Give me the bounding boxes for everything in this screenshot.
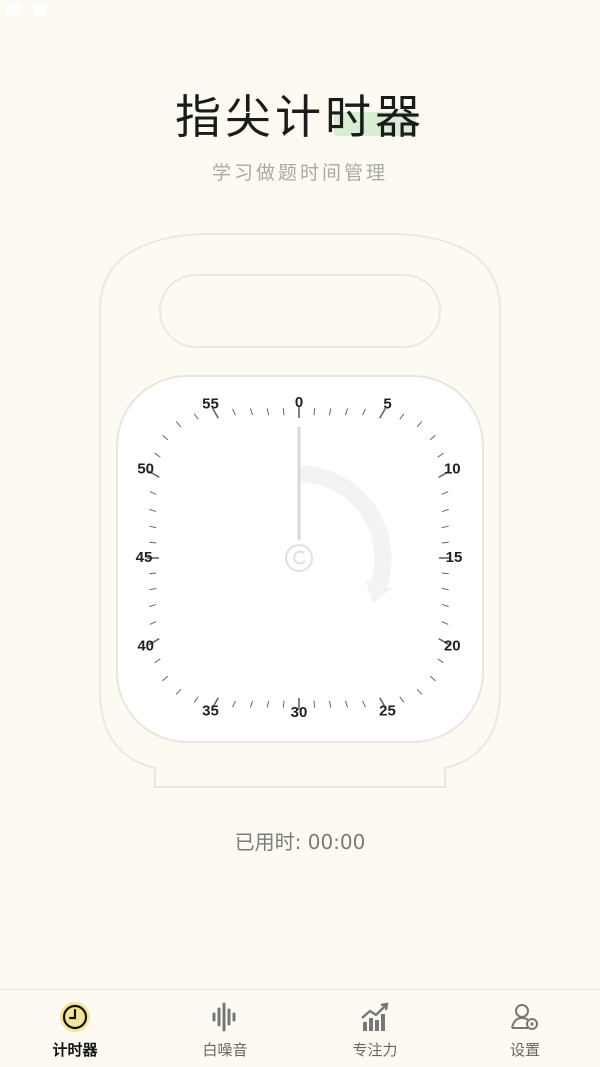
title-area: 指尖计时器 [0,86,600,156]
dial-label: 55 [202,396,219,413]
tab-label: 设置 [509,1041,540,1059]
tab-white-noise[interactable]: 白噪音 [150,990,300,1067]
sound-wave-icon [212,1002,236,1032]
notification-icon [6,4,20,15]
app-subtitle: 学习做题时间管理 [211,162,388,184]
tab-label: 专注力 [352,1041,398,1059]
tab-timer[interactable]: 计时器 [0,990,150,1067]
dial-label: 5 [383,396,391,413]
dial-label: 50 [137,460,154,477]
dial-label: 45 [136,549,153,566]
timer-device: 0 5 10 15 20 25 30 35 40 45 50 55 [99,233,501,788]
user-settings-icon [511,1004,538,1030]
reset-button[interactable] [285,544,313,572]
dial-label: 20 [444,637,461,654]
timer-screen: 指尖计时器 学习做题时间管理 0 5 10 15 20 25 30 35 40 45 50 55 已用… [0,0,600,1067]
dial-label: 25 [379,702,396,719]
dial-label: 15 [446,549,463,566]
app-title: 指尖计时器 [175,90,425,144]
tab-focus[interactable]: 专注力 [300,990,450,1067]
tab-label: 白噪音 [202,1041,248,1059]
dial-label: 10 [444,460,461,477]
dial-label: 30 [291,704,308,721]
clock-icon [60,1002,90,1032]
dial-label: 0 [295,394,303,411]
elapsed-time: 已用时: 00:00 [234,830,366,854]
tab-bar: 计时器 白噪音 专注力 设置 [0,989,600,1067]
tab-label: 计时器 [52,1041,98,1059]
status-bar [0,0,600,20]
timer-handle [159,274,441,348]
app-notification-icon [34,4,46,15]
trend-chart-icon [361,1002,389,1031]
dial-label: 40 [137,637,154,654]
tab-settings[interactable]: 设置 [450,990,600,1067]
dial-label: 35 [202,702,219,719]
